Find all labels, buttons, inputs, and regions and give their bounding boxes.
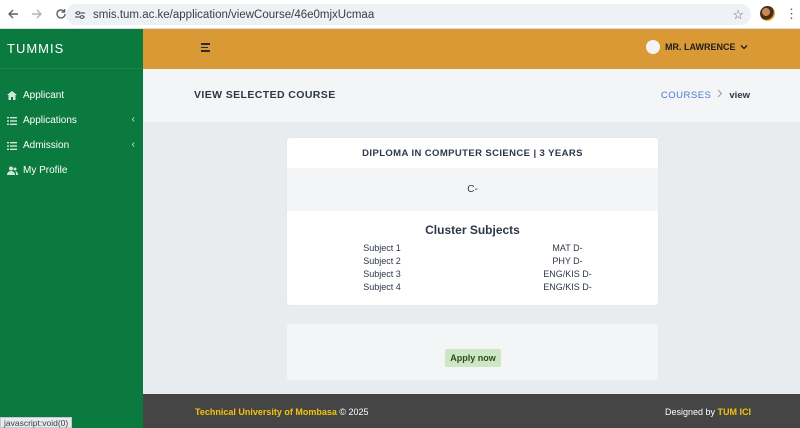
- browser-toolbar: smis.tum.ac.ke/application/viewCourse/46…: [0, 0, 800, 29]
- sidebar: TUMMIS Applicant Applications ‹ Admissio…: [0, 29, 143, 428]
- users-icon: [6, 165, 18, 177]
- site-info-icon[interactable]: [73, 8, 87, 22]
- sidebar-menu: Applicant Applications ‹ Admission ‹ My …: [0, 83, 143, 183]
- footer-copyright: Technical University of Mombasa © 2025: [195, 407, 369, 417]
- home-icon: [6, 90, 18, 102]
- breadcrumb: COURSES view: [661, 89, 750, 101]
- avatar: [646, 40, 660, 54]
- subject-name: Subject 3: [363, 269, 401, 279]
- back-button[interactable]: [2, 3, 24, 25]
- subject-grade: PHY D-: [552, 256, 583, 266]
- chevron-left-icon: ‹: [131, 114, 135, 125]
- course-card: DIPLOMA IN COMPUTER SCIENCE | 3 YEARS C-…: [287, 138, 658, 305]
- chevron-down-icon: [740, 42, 748, 52]
- hamburger-menu-icon[interactable]: [201, 43, 211, 53]
- page-title: VIEW SELECTED COURSE: [194, 89, 336, 101]
- sidebar-item-admission[interactable]: Admission ‹: [0, 133, 143, 158]
- subject-grade: ENG/KIS D-: [543, 269, 592, 279]
- kebab-icon[interactable]: ⋮: [785, 6, 798, 21]
- sidebar-item-my-profile[interactable]: My Profile: [0, 158, 143, 183]
- chevron-left-icon: ‹: [131, 139, 135, 150]
- subject-grade: MAT D-: [552, 243, 583, 253]
- apply-now-button[interactable]: Apply now: [445, 349, 501, 367]
- list-icon: [6, 140, 18, 152]
- subject-row: Subject 2 PHY D-: [287, 256, 658, 269]
- sidebar-item-label: Applicant: [23, 90, 65, 101]
- sidebar-item-label: Admission: [23, 140, 70, 151]
- footer: Technical University of Mombasa © 2025 D…: [143, 394, 800, 428]
- min-grade: C-: [287, 168, 658, 211]
- subject-grade: ENG/KIS D-: [543, 282, 592, 292]
- page-header: VIEW SELECTED COURSE COURSES view: [143, 69, 800, 122]
- address-bar[interactable]: smis.tum.ac.ke/application/viewCourse/46…: [66, 4, 751, 25]
- star-icon[interactable]: ☆: [732, 7, 744, 23]
- url-text: smis.tum.ac.ke/application/viewCourse/46…: [93, 8, 375, 21]
- subject-row: Subject 1 MAT D-: [287, 243, 658, 256]
- subject-name: Subject 4: [363, 282, 401, 292]
- subject-row: Subject 4 ENG/KIS D-: [287, 282, 658, 295]
- footer-credit: Designed by TUM ICI: [665, 407, 751, 417]
- footer-copyright-text: © 2025: [336, 407, 369, 417]
- subject-name: Subject 1: [363, 243, 401, 253]
- footer-designed-by: Designed by: [664, 407, 718, 417]
- user-menu[interactable]: MR. LAWRENCE: [646, 40, 748, 54]
- cluster-subjects-title: Cluster Subjects: [425, 223, 520, 237]
- sidebar-item-applications[interactable]: Applications ‹: [0, 108, 143, 133]
- subject-name: Subject 2: [363, 256, 401, 266]
- subjects-list: Subject 1 MAT D- Subject 2 PHY D- Subjec…: [287, 243, 658, 295]
- status-bar-url: javascript:void(0): [0, 417, 73, 428]
- apply-card: Apply now: [287, 324, 658, 380]
- chevron-right-icon: [717, 89, 723, 101]
- user-name: MR. LAWRENCE: [665, 42, 736, 52]
- top-navbar: MR. LAWRENCE: [143, 29, 800, 69]
- sidebar-item-label: My Profile: [23, 165, 68, 176]
- breadcrumb-current: view: [729, 89, 750, 101]
- browser-profile-avatar[interactable]: [760, 6, 775, 21]
- arrow-right-icon: [32, 9, 42, 19]
- forward-button[interactable]: [26, 3, 48, 25]
- sidebar-item-applicant[interactable]: Applicant: [0, 83, 143, 108]
- list-icon: [6, 115, 18, 127]
- sidebar-item-label: Applications: [23, 115, 77, 126]
- subject-row: Subject 3 ENG/KIS D-: [287, 269, 658, 282]
- brand-logo[interactable]: TUMMIS: [0, 29, 143, 69]
- footer-university-link[interactable]: Technical University of Mombasa: [195, 407, 337, 417]
- arrow-left-icon: [8, 9, 18, 19]
- breadcrumb-link-courses[interactable]: COURSES: [661, 90, 711, 101]
- footer-designer-link[interactable]: TUM ICI: [718, 407, 752, 417]
- course-title: DIPLOMA IN COMPUTER SCIENCE | 3 YEARS: [362, 147, 583, 159]
